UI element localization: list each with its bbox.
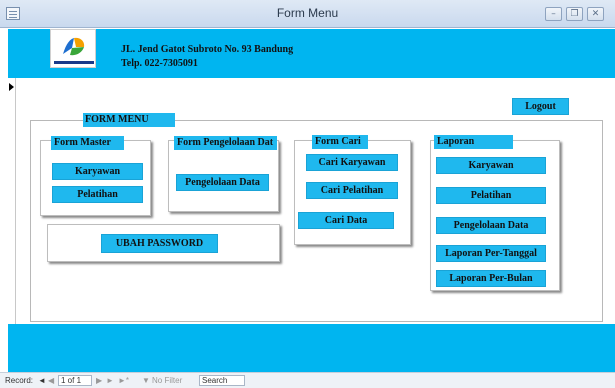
previous-record-icon[interactable]: ◀ [48,376,54,385]
logo-caption [54,61,94,64]
cari-data-button[interactable]: Cari Data [298,212,394,229]
laporan-per-tanggal-button[interactable]: Laporan Per-Tanggal [436,245,546,262]
laporan-karyawan-button[interactable]: Karyawan [436,157,546,174]
close-button[interactable]: ✕ [587,7,604,21]
laporan-pengelolaan-data-button[interactable]: Pengelolaan Data [436,217,546,234]
form-cari-title: Form Cari [312,135,368,149]
company-phone: Telp. 022-7305091 [121,58,198,69]
last-record-icon[interactable]: ► [106,376,114,385]
pengelolaan-data-button[interactable]: Pengelolaan Data [176,174,269,191]
logo-icon [63,37,85,56]
record-selector[interactable] [8,78,16,324]
record-position-field[interactable]: 1 of 1 [58,375,92,386]
form-detail: Logout FORM MENU Form Master Karyawan Pe… [16,78,615,324]
window-title: Form Menu [276,6,339,20]
laporan-title: Laporan [434,135,513,149]
ubah-password-button[interactable]: UBAH PASSWORD [101,234,218,253]
master-pelatihan-button[interactable]: Pelatihan [52,186,143,203]
record-navigation-bar: Record: ◄ ◀ 1 of 1 ▶ ► ►* ▼ No Filter Se… [0,372,615,388]
window-titlebar: Form Menu – ❐ ✕ [0,0,615,28]
first-record-icon[interactable]: ◄ [38,376,46,385]
restore-button[interactable]: ❐ [566,7,583,21]
company-logo [50,29,96,68]
laporan-per-bulan-button[interactable]: Laporan Per-Bulan [436,270,546,287]
no-filter-label[interactable]: No Filter [152,376,182,385]
master-karyawan-button[interactable]: Karyawan [52,163,143,180]
current-record-arrow-icon [9,83,14,91]
record-label: Record: [5,376,34,385]
cari-karyawan-button[interactable]: Cari Karyawan [306,154,398,171]
filter-icon[interactable]: ▼ [142,376,150,385]
logout-button[interactable]: Logout [512,98,569,115]
form-master-title: Form Master [51,136,124,150]
laporan-pelatihan-button[interactable]: Pelatihan [436,187,546,204]
minimize-button[interactable]: – [545,7,562,21]
new-record-icon[interactable]: ►* [118,376,129,385]
next-record-icon[interactable]: ▶ [96,376,102,385]
form-pengelolaan-title: Form Pengelolaan Dat [174,136,277,150]
form-footer [8,324,615,372]
form-menu-title: FORM MENU [83,113,175,127]
cari-pelatihan-button[interactable]: Cari Pelatihan [306,182,398,199]
search-field[interactable]: Search [199,375,245,386]
form-header: JL. Jend Gatot Subroto No. 93 Bandung Te… [8,29,615,78]
company-address: JL. Jend Gatot Subroto No. 93 Bandung [121,44,294,55]
